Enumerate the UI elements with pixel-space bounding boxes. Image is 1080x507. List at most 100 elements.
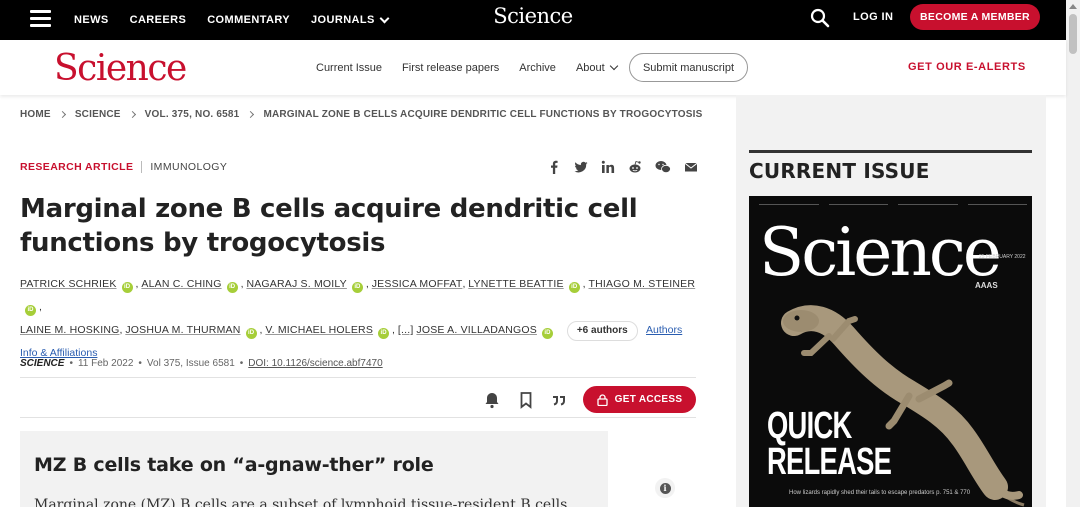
search-icon[interactable] <box>810 8 830 28</box>
nav-news-label: NEWS <box>74 14 109 26</box>
quote-icon[interactable] <box>551 392 567 408</box>
info-button[interactable]: i <box>655 478 675 498</box>
bell-icon[interactable] <box>483 391 501 409</box>
cover-headline: QUICK RELEASE <box>767 405 892 484</box>
nav-about-label: About <box>575 61 605 74</box>
become-member-button[interactable]: BECOME A MEMBER <box>910 4 1040 30</box>
current-issue-heading: CURRENT ISSUE <box>749 159 930 183</box>
doi-link[interactable]: DOI: 10.1126/science.abf7470 <box>248 358 382 369</box>
divider <box>20 417 696 418</box>
submit-manuscript-button[interactable]: Submit manuscript <box>629 53 748 82</box>
nav-current-issue[interactable]: Current Issue <box>316 62 382 74</box>
breadcrumb-home[interactable]: HOME <box>20 109 51 120</box>
author-link[interactable]: JOSHUA M. THURMAN <box>125 324 240 336</box>
top-nav: NEWS CAREERS COMMENTARY JOURNALS <box>74 0 390 40</box>
chevron-right-icon <box>128 110 136 119</box>
journal-nav: Current Issue First release papers Archi… <box>316 40 637 95</box>
top-navigation-bar: NEWS CAREERS COMMENTARY JOURNALS Science… <box>0 0 1066 40</box>
cover-aaas: AAAS <box>975 281 998 290</box>
author-link[interactable]: NAGARAJ S. MOILY <box>246 278 346 290</box>
nav-journals[interactable]: JOURNALS <box>311 13 390 26</box>
nav-journals-label: JOURNALS <box>311 14 375 26</box>
volume-issue[interactable]: Vol 375, Issue 6581 <box>147 358 235 369</box>
expand-authors-ellipsis[interactable]: [...] <box>398 324 414 336</box>
get-access-button[interactable]: GET ACCESS <box>583 386 696 413</box>
nav-archive[interactable]: Archive <box>519 62 556 74</box>
top-logo[interactable]: Science <box>493 4 573 28</box>
orcid-icon[interactable]: iD <box>226 282 238 293</box>
article-title: Marginal zone B cells acquire dendritic … <box>20 194 638 258</box>
scrollbar-thumb[interactable] <box>1069 14 1077 54</box>
chevron-down-icon <box>609 61 618 70</box>
breadcrumb-article: MARGINAL ZONE B CELLS ACQUIRE DENDRITIC … <box>263 109 703 120</box>
breadcrumb-volume[interactable]: VOL. 375, NO. 6581 <box>145 109 240 120</box>
article-type[interactable]: RESEARCH ARTICLE <box>20 161 133 173</box>
nav-first-release[interactable]: First release papers <box>402 62 499 74</box>
menu-icon[interactable] <box>30 10 51 27</box>
publication-date: 11 Feb 2022 <box>77 358 134 369</box>
author-link[interactable]: JOSE A. VILLADANGOS <box>416 324 537 336</box>
reddit-icon[interactable] <box>628 160 642 174</box>
orcid-icon[interactable]: iD <box>25 305 36 316</box>
author-link[interactable]: V. MICHAEL HOLERS <box>265 324 373 336</box>
article-tags: RESEARCH ARTICLE IMMUNOLOGY <box>20 161 227 173</box>
nav-about[interactable]: About <box>575 61 618 74</box>
author-link[interactable]: ALAN C. CHING <box>141 278 221 290</box>
breadcrumb: HOME SCIENCE VOL. 375, NO. 6581 MARGINAL… <box>20 109 702 120</box>
orcid-icon[interactable]: iD <box>568 282 580 293</box>
journal-header: Science Current Issue First release pape… <box>0 40 1066 95</box>
science-logo[interactable]: Science <box>54 48 187 89</box>
nav-commentary[interactable]: COMMENTARY <box>207 14 290 26</box>
publication-meta: SCIENCE • 11 Feb 2022 • Vol 375, Issue 6… <box>20 358 383 369</box>
breadcrumb-science[interactable]: SCIENCE <box>75 109 121 120</box>
nav-commentary-label: COMMENTARY <box>207 14 291 26</box>
summary-title: MZ B cells take on “a-gnaw-ther” role <box>34 454 434 476</box>
cover-logo: Science <box>759 214 1002 291</box>
divider <box>20 377 696 378</box>
author-link[interactable]: LYNETTE BEATTIE <box>468 278 563 290</box>
issue-cover-image[interactable]: Science 25 FEBRUARY 2022 AAAS QUICK RELE… <box>749 196 1032 507</box>
author-link[interactable]: PATRICK SCHRIEK <box>20 278 117 290</box>
chevron-down-icon <box>379 13 390 23</box>
wechat-icon[interactable] <box>655 160 671 174</box>
twitter-icon[interactable] <box>574 160 588 174</box>
chevron-right-icon <box>247 110 255 119</box>
e-alerts-link[interactable]: GET OUR E-ALERTS <box>908 61 1026 73</box>
meta-separator: • <box>69 358 73 369</box>
chevron-right-icon <box>58 110 66 119</box>
author-link[interactable]: JESSICA MOFFAT <box>372 278 463 290</box>
author-link[interactable]: LAINE M. HOSKING <box>20 324 119 336</box>
divider <box>749 150 1032 153</box>
orcid-icon[interactable]: iD <box>245 328 257 339</box>
nav-careers-label: CAREERS <box>129 14 187 26</box>
divider <box>141 161 143 173</box>
bookmark-icon[interactable] <box>517 391 535 409</box>
info-icon: i <box>659 482 671 494</box>
login-link[interactable]: LOG IN <box>853 11 893 23</box>
orcid-icon[interactable]: iD <box>541 328 553 339</box>
nav-news[interactable]: NEWS <box>74 14 109 26</box>
share-bar <box>547 160 698 174</box>
scrollbar[interactable] <box>1066 0 1080 507</box>
more-authors-button[interactable]: +6 authors <box>566 321 638 341</box>
article-actions: GET ACCESS <box>483 386 696 413</box>
facebook-icon[interactable] <box>547 160 561 174</box>
scroll-up-icon[interactable] <box>1069 4 1077 9</box>
meta-separator: • <box>239 358 244 369</box>
cover-subtext: How lizards rapidly shed their tails to … <box>789 490 971 496</box>
summary-text: Marginal zone (MZ) B cells are a subset … <box>34 497 568 507</box>
author-list: PATRICK SCHRIEK iD, ALAN C. CHING iD, NAGA… <box>20 278 696 359</box>
email-icon[interactable] <box>684 160 698 174</box>
get-access-label: GET ACCESS <box>614 394 683 405</box>
cover-date: 25 FEBRUARY 2022 <box>979 254 1026 260</box>
orcid-icon[interactable]: iD <box>351 282 363 293</box>
lock-icon <box>597 393 608 406</box>
orcid-icon[interactable]: iD <box>121 282 133 293</box>
nav-careers[interactable]: CAREERS <box>130 14 187 26</box>
journal-name[interactable]: SCIENCE <box>20 358 64 369</box>
linkedin-icon[interactable] <box>601 160 615 174</box>
article-subject[interactable]: IMMUNOLOGY <box>150 161 227 173</box>
orcid-icon[interactable]: iD <box>378 328 390 339</box>
author-link[interactable]: THIAGO M. STEINER <box>589 278 696 290</box>
meta-separator: • <box>138 358 142 369</box>
